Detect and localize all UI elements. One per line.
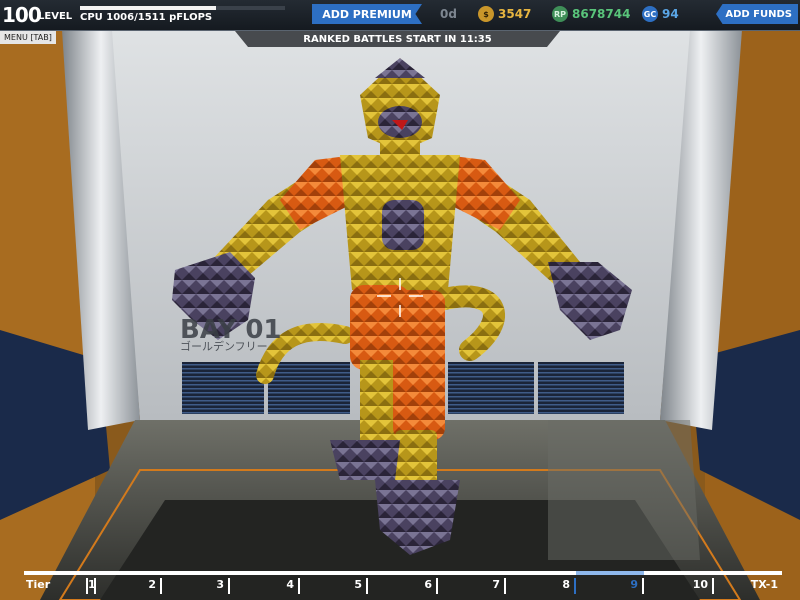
tier-6[interactable]: 6 xyxy=(366,578,436,594)
tier-5[interactable]: 5 xyxy=(298,578,366,594)
gc-value: 94 xyxy=(662,7,679,21)
add-funds-button[interactable]: ADD FUNDS xyxy=(716,4,798,24)
rp-icon: RP xyxy=(552,6,568,22)
tier-7[interactable]: 7 xyxy=(436,578,504,594)
tier-9[interactable]: 9 xyxy=(574,578,642,594)
tier-progress-selected xyxy=(576,571,644,575)
tier-progress-bar xyxy=(24,571,782,575)
tier-4[interactable]: 4 xyxy=(228,578,298,594)
gc-icon: GC xyxy=(642,6,658,22)
bay-sublabel: ゴールデンフリー xyxy=(180,339,268,353)
add-premium-button[interactable]: ADD PREMIUM xyxy=(312,4,422,24)
cpu-readout: CPU 1006/1511 pFLOPS xyxy=(80,12,213,23)
robits-value: 3547 xyxy=(498,7,532,21)
cpu-progress-bar xyxy=(80,6,285,10)
garage-scene: BAY 01 ゴールデンフリー xyxy=(0,30,800,600)
tier-label: Tier xyxy=(26,578,51,591)
robits-balance: $ 3547 xyxy=(478,5,531,23)
tier-3[interactable]: 3 xyxy=(160,578,228,594)
premium-days-remaining: 0d xyxy=(440,7,457,21)
tier-8[interactable]: 8 xyxy=(504,578,574,594)
player-level-label: LEVEL xyxy=(38,11,73,22)
galaxy-coins-balance: GC 94 xyxy=(642,5,679,23)
robits-icon: $ xyxy=(478,6,494,22)
ranked-timer-banner: RANKED BATTLES START IN 11:35 xyxy=(235,31,560,47)
tier-1[interactable]: 1 xyxy=(86,578,96,594)
rp-value: 8678744 xyxy=(572,7,631,21)
tier-tx1[interactable]: TX-1 xyxy=(712,578,782,594)
tier-10[interactable]: 10 xyxy=(642,578,712,594)
rp-balance: RP 8678744 xyxy=(552,5,630,23)
top-bar: 100 LEVEL CPU 1006/1511 pFLOPS ADD PREMI… xyxy=(0,0,800,31)
menu-tab-button[interactable]: MENU [TAB] xyxy=(0,31,56,44)
player-level-number: 100 xyxy=(2,3,42,27)
cpu-progress-fill xyxy=(80,6,217,10)
tier-2[interactable]: 2 xyxy=(94,578,160,594)
